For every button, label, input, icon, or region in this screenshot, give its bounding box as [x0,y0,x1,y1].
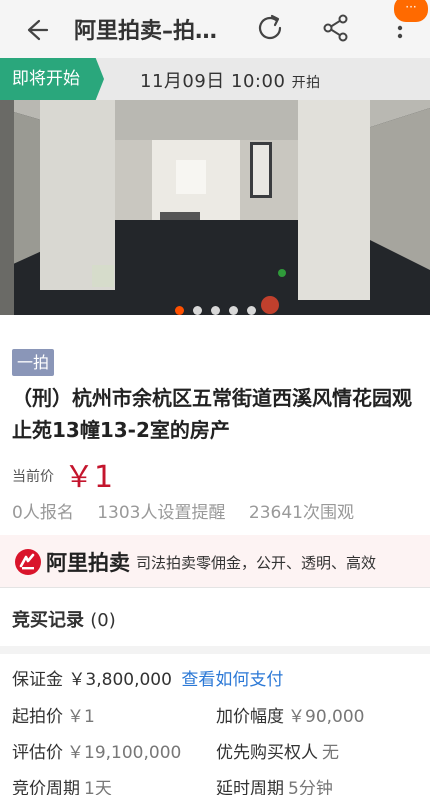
how-to-pay-link[interactable]: 查看如何支付 [181,670,283,690]
gallery-dots [0,306,430,320]
gallery-dot[interactable] [246,306,256,315]
start-price-field: 起拍价 ￥1 [12,702,95,727]
start-price-value: ￥1 [67,707,95,727]
current-price-label: 当前价 [12,469,54,485]
bid-record-row[interactable]: 竞买记录 (0) [12,606,116,632]
priority-field: 优先购买权人无 [216,738,339,763]
current-price-value: ￥1 [64,460,114,495]
refresh-button[interactable] [252,10,288,46]
increment-field: 加价幅度 ￥90,000 [216,702,364,727]
room-image [0,100,430,315]
refresh-icon [258,14,282,40]
increment-value: ￥90,000 [288,707,365,727]
period-label: 竞价周期 [12,779,80,795]
bid-record-count: (0) [90,610,116,631]
property-photo[interactable] [0,100,430,315]
start-time: 11月09日 10:00 开拍 [140,67,321,93]
auction-stats: 0人报名 1303人设置提醒 23641次围观 [12,498,366,523]
divider [0,587,430,588]
start-price-label: 起拍价 [12,707,63,727]
gallery-dot[interactable] [210,306,220,315]
appraisal-value: ￥19,100,000 [67,743,182,763]
extension-label: 延时周期 [216,779,284,795]
back-arrow-icon [27,19,49,41]
deposit-label: 保证金 [12,670,63,690]
section-separator [0,646,430,654]
appraisal-label: 评估价 [12,743,63,763]
appraisal-field: 评估价 ￥19,100,000 [12,738,181,763]
gallery-dot[interactable] [228,306,238,315]
extension-value: 5分钟 [288,779,333,795]
bid-record-label: 竞买记录 [12,610,84,631]
period-field: 竞价周期 1天 [12,774,112,795]
extension-field: 延时周期 5分钟 [216,774,333,795]
gallery-dot[interactable] [174,306,184,315]
ali-auction-logo-icon [15,549,41,575]
ali-auction-brand: 阿里拍卖 [46,551,130,575]
page-title: 阿里拍卖–拍… [74,19,218,44]
ali-auction-banner[interactable]: 阿里拍卖 司法拍卖零佣金，公开、透明、高效 [0,535,430,587]
back-button[interactable] [18,12,54,48]
signup-count: 0人报名 [12,503,74,523]
view-count: 23641次围观 [248,503,354,523]
ali-auction-slogan: 司法拍卖零佣金，公开、透明、高效 [136,554,377,572]
period-value: 1天 [84,779,112,795]
start-time-suffix: 开拍 [291,75,321,91]
menu-badge[interactable]: ··· [394,0,428,22]
share-icon [323,14,348,42]
auction-status-strip: 即将开始 11月09日 10:00 开拍 [0,58,430,100]
start-time-value: 11月09日 10:00 [140,71,286,92]
property-title: （刑）杭州市余杭区五常街道西溪风情花园观止苑13幢13-2室的房产 [12,386,412,442]
round-badge: 一拍 [12,349,54,376]
gallery-dot[interactable] [192,306,202,315]
priority-label: 优先购买权人 [216,743,318,763]
deposit-row: 保证金 ￥3,800,000 查看如何支付 [12,665,283,690]
top-bar: 阿里拍卖–拍… ··· [0,0,430,58]
reminder-count: 1303人设置提醒 [97,503,226,523]
share-button[interactable] [318,10,354,46]
deposit-value: ￥3,800,000 [68,670,172,690]
increment-label: 加价幅度 [216,707,284,727]
status-tag: 即将开始 [0,58,104,100]
priority-value: 无 [322,743,339,763]
